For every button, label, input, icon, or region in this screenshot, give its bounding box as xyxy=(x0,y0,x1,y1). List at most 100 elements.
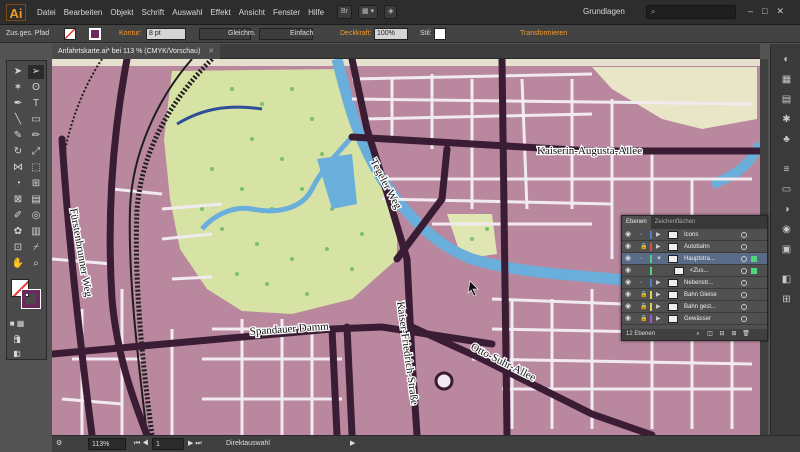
layer-row-selected[interactable]: ◉ ▫ ▼ Hauptstra... xyxy=(622,253,767,265)
lock-icon[interactable]: 🔒 xyxy=(640,301,647,313)
target-circle-icon[interactable] xyxy=(741,316,747,322)
draw-mode-icon[interactable]: ◨ ◧ xyxy=(9,333,25,358)
menu-schrift[interactable]: Schrift xyxy=(138,0,169,25)
layer-row[interactable]: ◉ 🔒 ▶ Bahn Gleise xyxy=(622,289,767,301)
gradient-tool-icon[interactable]: ▤ xyxy=(28,193,44,207)
next-artboard-icon[interactable]: ▶ ⏭ xyxy=(188,438,202,450)
stroke-panel-icon[interactable]: ≡ xyxy=(780,164,793,176)
sublayer-row[interactable]: ◉ <Zus... xyxy=(622,265,767,277)
graph-tool-icon[interactable]: ▥ xyxy=(28,225,44,239)
layer-name[interactable]: Nebenstr... xyxy=(684,277,713,289)
expand-triangle-icon[interactable]: ▶ xyxy=(656,229,661,241)
artboard-tool-icon[interactable]: ⊡ xyxy=(10,241,26,255)
new-sublayer-icon[interactable]: ⊟ xyxy=(718,329,726,337)
mesh-tool-icon[interactable]: ⊠ xyxy=(10,193,26,207)
tab-zeichenflaechen[interactable]: Zeichenflächen xyxy=(651,216,700,229)
menu-fenster[interactable]: Fenster xyxy=(269,0,304,25)
target-circle-icon[interactable] xyxy=(741,256,747,262)
layer-name[interactable]: Bahn Gleise xyxy=(684,289,717,301)
fill-swatch[interactable] xyxy=(64,28,76,40)
target-circle-icon[interactable] xyxy=(741,304,747,310)
help-search-input[interactable]: ⌕ xyxy=(646,5,736,19)
paintbrush-icon[interactable]: ✎ xyxy=(10,129,26,143)
target-circle-icon[interactable] xyxy=(741,244,747,250)
menu-datei[interactable]: Datei xyxy=(33,0,60,25)
menu-auswahl[interactable]: Auswahl xyxy=(168,0,206,25)
screen-mode-icon[interactable]: ▭ xyxy=(9,347,25,361)
maximize-icon[interactable]: □ xyxy=(762,6,767,17)
clipping-mask-icon[interactable]: ◫ xyxy=(706,329,714,337)
transform-link[interactable]: Transformieren xyxy=(520,27,567,41)
menu-objekt[interactable]: Objekt xyxy=(106,0,137,25)
close-icon[interactable]: ✕ xyxy=(776,6,784,17)
delete-layer-icon[interactable]: 🗑 xyxy=(742,329,750,337)
stroke-weight-field[interactable]: 8 pt xyxy=(146,28,186,40)
collapse-triangle-icon[interactable]: ▼ xyxy=(656,253,662,265)
appearance-panel-icon[interactable]: ◉ xyxy=(780,224,793,236)
variable-width-profile[interactable]: Gleichm. xyxy=(199,28,256,40)
gpu-performance-icon[interactable]: ⚙ xyxy=(56,438,62,450)
color-mode-icon[interactable]: ■ ▦ ⊘ xyxy=(9,317,25,342)
brushes-panel-icon[interactable]: ✱ xyxy=(780,114,793,126)
bridge-button[interactable]: Br xyxy=(337,5,352,19)
scale-tool-icon[interactable]: ⤢ xyxy=(28,145,44,159)
expand-triangle-icon[interactable]: ▶ xyxy=(656,313,661,325)
opacity-label[interactable]: Deckkraft: xyxy=(340,27,372,41)
zoom-tool-icon[interactable]: ⌕ xyxy=(28,257,44,271)
selection-tool-icon[interactable]: ➤ xyxy=(10,65,26,79)
eyedropper-icon[interactable]: ✐ xyxy=(10,209,26,223)
arrange-documents-icon[interactable]: ▦ ▾ xyxy=(358,5,379,19)
gradient-panel-icon[interactable]: ▭ xyxy=(780,184,793,196)
stroke-swatch[interactable] xyxy=(89,28,101,40)
pencil-icon[interactable]: ✏ xyxy=(28,129,44,143)
visibility-eye-icon[interactable]: ◉ xyxy=(625,241,631,253)
visibility-eye-icon[interactable]: ◉ xyxy=(625,277,631,289)
layer-row[interactable]: ◉ ▫ ▶ Icons xyxy=(622,229,767,241)
layer-row[interactable]: ◉ 🔒 ▶ Autobahn xyxy=(622,241,767,253)
layer-row[interactable]: ◉ 🔒 ▶ Gewässer xyxy=(622,313,767,325)
visibility-eye-icon[interactable]: ◉ xyxy=(625,265,631,277)
color-guide-icon[interactable]: ▦ xyxy=(780,74,793,86)
visibility-eye-icon[interactable]: ◉ xyxy=(625,289,631,301)
document-tab[interactable]: Anfahrtskarte.ai* bei 113 % (CMYK/Vorsch… xyxy=(52,44,221,59)
visibility-eye-icon[interactable]: ◉ xyxy=(625,301,631,313)
selection-indicator[interactable] xyxy=(751,256,757,262)
direct-selection-tool-icon[interactable]: ➢ xyxy=(28,65,44,79)
layer-name[interactable]: Bahn gest... xyxy=(684,301,716,313)
visibility-eye-icon[interactable]: ◉ xyxy=(625,253,631,265)
width-tool-icon[interactable]: ⋈ xyxy=(10,161,26,175)
symbol-sprayer-icon[interactable]: ✿ xyxy=(10,225,26,239)
zoom-level-field[interactable]: 113% xyxy=(88,438,126,450)
menu-bearbeiten[interactable]: Bearbeiten xyxy=(60,0,107,25)
layer-name[interactable]: Autobahn xyxy=(684,241,710,253)
artboard-number-field[interactable]: 1 xyxy=(152,438,184,450)
slice-tool-icon[interactable]: ⌿ xyxy=(28,241,44,255)
color-panel-icon[interactable]: ◐ xyxy=(780,54,793,66)
visibility-eye-icon[interactable]: ◉ xyxy=(625,313,631,325)
layer-row[interactable]: ◉ ▫ ▶ Nebenstr... xyxy=(622,277,767,289)
swatches-panel-icon[interactable]: ▤ xyxy=(780,94,793,106)
status-menu-arrow-icon[interactable]: ▶ xyxy=(350,438,355,450)
gpu-preview-icon[interactable]: ◈ xyxy=(384,5,398,19)
graphic-style-swatch[interactable] xyxy=(434,28,446,40)
free-transform-icon[interactable]: ⬚ xyxy=(28,161,44,175)
graphic-styles-icon[interactable]: ▣ xyxy=(780,244,793,256)
artboards-panel-icon[interactable]: ⊞ xyxy=(780,294,793,306)
perspective-grid-icon[interactable]: ⊞ xyxy=(28,177,44,191)
tab-ebenen[interactable]: Ebenen xyxy=(622,216,651,229)
pen-tool-icon[interactable]: ✒ xyxy=(10,97,26,111)
workspace-switcher[interactable]: Grundlagen xyxy=(583,5,625,19)
expand-triangle-icon[interactable]: ▶ xyxy=(656,241,661,253)
layer-row[interactable]: ◉ 🔒 ▶ Bahn gest... xyxy=(622,301,767,313)
lock-toggle-icon[interactable]: ▫ xyxy=(640,277,642,289)
locate-object-icon[interactable]: ⌕ xyxy=(694,329,702,337)
hand-tool-icon[interactable]: ✋ xyxy=(10,257,26,271)
layer-name[interactable]: <Zus... xyxy=(690,265,709,277)
lasso-icon[interactable]: ʘ xyxy=(28,81,44,95)
rotate-tool-icon[interactable]: ↻ xyxy=(10,145,26,159)
brush-definition[interactable]: Einfach xyxy=(259,28,313,40)
lock-toggle-icon[interactable]: ▫ xyxy=(640,253,642,265)
expand-triangle-icon[interactable]: ▶ xyxy=(656,289,661,301)
selection-indicator[interactable] xyxy=(751,268,757,274)
lock-icon[interactable]: 🔒 xyxy=(640,241,647,253)
